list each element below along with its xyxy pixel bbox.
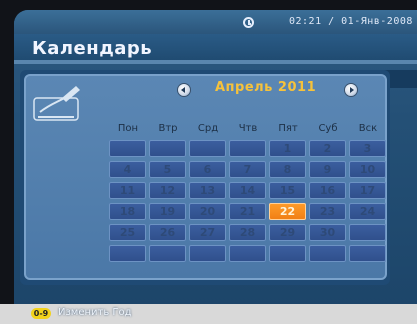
calendar-day-cell[interactable]: 13 [189,182,226,199]
calendar-day-cell[interactable]: 25 [109,224,146,241]
calendar-day-cell[interactable]: 11 [109,182,146,199]
calendar-day-cell[interactable] [189,140,226,157]
calendar-day-cell[interactable]: 30 [309,224,346,241]
calendar-day-cell[interactable]: 9 [309,161,346,178]
calendar-day-cell[interactable] [149,245,186,262]
calendar-logo-icon [33,86,80,121]
calendar-day-cell[interactable]: 16 [309,182,346,199]
calendar-day-cell[interactable] [349,245,386,262]
footer-action-text: Изменить Год [58,307,132,318]
next-month-button[interactable] [345,84,357,96]
calendar-day-cell[interactable]: 6 [189,161,226,178]
calendar-day-cell[interactable]: 19 [149,203,186,220]
calendar-day-cell[interactable]: 5 [149,161,186,178]
title-underline [14,60,417,64]
calendar-day-cell[interactable]: 2 [309,140,346,157]
page-title: Календарь [32,38,153,59]
calendar-day-cell[interactable] [109,245,146,262]
calendar-day-cell[interactable]: 3 [349,140,386,157]
datetime-display: 02:21 / 01-Янв-2008 [289,16,413,27]
calendar-day-selected[interactable]: 22 [269,203,306,220]
calendar-day-cell[interactable]: 10 [349,161,386,178]
calendar-day-cell[interactable]: 26 [149,224,186,241]
weekday-label: Пят [278,123,298,134]
calendar-day-cell[interactable]: 23 [309,203,346,220]
day-grid: 1 2 3 4 5 6 7 8 9 10 11 12 13 14 15 16 17 18 19 20 21 22 23 24 2… [109,140,386,264]
calendar-day-cell[interactable]: 14 [229,182,266,199]
weekday-label: Вск [358,123,378,134]
calendar-day-cell[interactable]: 28 [229,224,266,241]
weekday-label: Втр [158,123,178,134]
title-bar: Календарь [14,34,417,62]
calendar-day-cell[interactable]: 15 [269,182,306,199]
calendar-day-cell[interactable] [229,245,266,262]
month-label: Апрель 2011 [215,80,317,95]
calendar-day-cell[interactable] [309,245,346,262]
calendar-day-cell[interactable]: 12 [149,182,186,199]
footer-key-badge: 0-9 [31,308,51,319]
calendar-day-cell[interactable]: 21 [229,203,266,220]
calendar-day-cell[interactable] [189,245,226,262]
calendar-day-cell[interactable]: 20 [189,203,226,220]
weekday-label: Суб [318,123,338,134]
calendar-day-cell[interactable] [149,140,186,157]
clock-icon [243,17,254,28]
prev-month-button[interactable] [178,84,190,96]
calendar-day-cell[interactable]: 24 [349,203,386,220]
weekday-label: Чтв [238,123,258,134]
calendar-day-cell[interactable]: 27 [189,224,226,241]
calendar-day-cell[interactable]: 4 [109,161,146,178]
calendar-day-cell[interactable] [349,224,386,241]
calendar-day-cell[interactable] [109,140,146,157]
calendar-day-cell[interactable]: 17 [349,182,386,199]
weekday-label: Пон [117,123,139,134]
calendar-day-cell[interactable] [269,245,306,262]
calendar-day-cell[interactable] [229,140,266,157]
weekday-label: Срд [197,123,219,134]
calendar-day-cell[interactable]: 7 [229,161,266,178]
calendar-day-cell[interactable]: 8 [269,161,306,178]
calendar-day-cell[interactable]: 1 [269,140,306,157]
calendar-day-cell[interactable]: 29 [269,224,306,241]
calendar-day-cell[interactable]: 18 [109,203,146,220]
